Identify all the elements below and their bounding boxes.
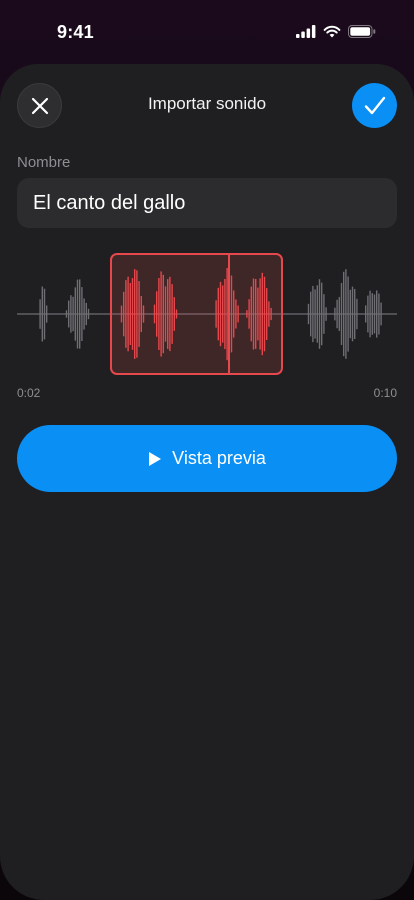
waveform-bar [336,299,338,329]
status-bar: 9:41 [0,0,414,64]
waveform-bar [87,308,90,320]
waveform-bar [318,279,321,349]
waveform-bar [349,289,351,339]
waveform-bar [354,289,356,339]
waveform-bar [83,298,85,330]
preview-button[interactable]: Vista previa [17,425,397,492]
checkmark-icon [364,96,385,114]
trim-selection-handle[interactable] [110,253,283,375]
waveform-bar [340,283,343,345]
waveform-bar [338,297,340,331]
waveform-bar [347,276,349,352]
waveform-bar [321,282,323,346]
waveform-bar [369,290,371,338]
waveform-bar [70,295,72,333]
waveform-bar [41,286,43,342]
preview-button-label: Vista previa [172,448,266,468]
waveform-bar [79,279,81,349]
waveform-bar [68,300,70,328]
waveform-bar [356,298,358,330]
waveform-bar [323,294,325,334]
waveform-bar [310,291,312,337]
waveform-bar [378,293,380,335]
waveform-bar [76,279,79,349]
import-sound-sheet: Importar sonido Nombre El canto del gall… [0,64,414,900]
waveform-bar [343,271,345,357]
trim-end-time: 0:10 [373,386,397,400]
waveform-bar [74,287,76,341]
waveform-trimmer[interactable] [17,252,397,378]
waveform-bar [373,294,376,334]
waveform-bar [365,305,367,323]
waveform-bar [307,303,310,325]
cellular-signal-icon [296,25,316,38]
waveform-bar [81,287,83,341]
waveform-bar [376,290,378,338]
wifi-icon [323,25,341,38]
confirm-button[interactable] [352,83,397,128]
waveform-bar [367,295,369,333]
waveform-bar [85,302,87,326]
play-icon [149,451,162,466]
waveform-bar [371,293,373,335]
waveform-bar [46,305,48,323]
waveform-bar [72,296,74,332]
waveform-bar [39,299,41,329]
waveform-bar [334,307,336,321]
waveform-bar [351,286,354,342]
waveform-bar [380,302,382,326]
waveform-bar [312,285,314,343]
name-label: Nombre [17,154,71,171]
name-input[interactable]: El canto del gallo [17,178,397,228]
battery-icon [348,25,376,38]
waveform-bar [43,288,46,340]
waveform-bar [316,285,318,343]
waveform-bar [345,269,347,359]
waveform-bar [314,289,316,339]
waveform [17,253,397,375]
status-icons [296,25,376,38]
waveform-bar [65,310,68,318]
status-time: 9:41 [57,22,94,42]
trim-start-time: 0:02 [17,386,41,400]
waveform-bar [325,307,327,321]
